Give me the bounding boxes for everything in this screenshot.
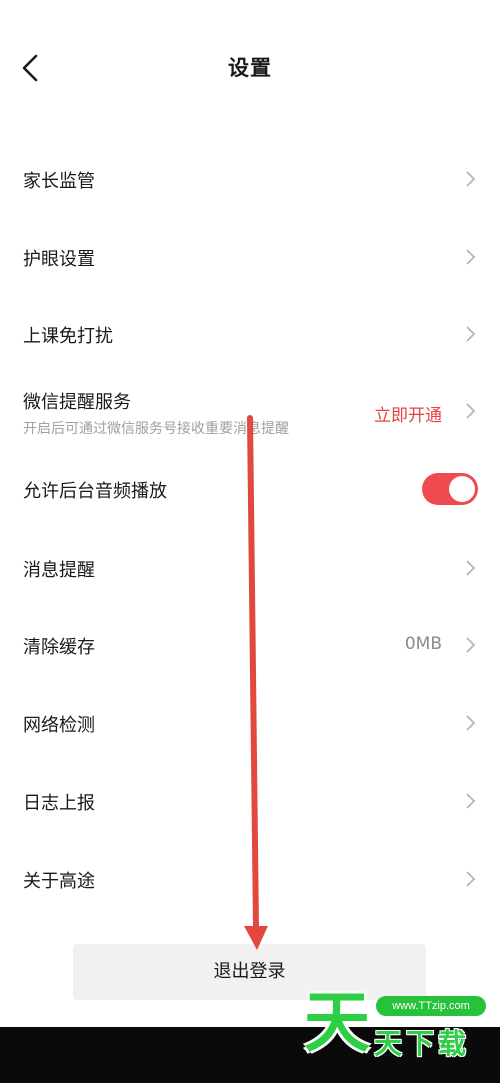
row-label: 清除缓存 (23, 637, 95, 658)
settings-row-class-do-not-disturb[interactable]: 上课免打扰 (0, 313, 500, 355)
activate-now-link[interactable]: 立即开通 (374, 401, 442, 426)
watermark-logo: 天 www.TTzip.com 天下载 (304, 988, 500, 1083)
row-label: 上课免打扰 (23, 326, 113, 347)
row-subtitle: 开启后可通过微信服务号接收重要消息提醒 (23, 421, 289, 437)
row-label: 允许后台音频播放 (23, 481, 167, 502)
chevron-right-icon (466, 715, 476, 731)
page-title: 设置 (228, 56, 272, 80)
watermark-big-char: 天 (304, 984, 370, 1061)
row-label: 网络检测 (23, 715, 95, 736)
settings-row-clear-cache[interactable]: 清除缓存 0MB (0, 624, 500, 666)
chevron-right-icon (466, 171, 476, 187)
row-label: 微信提醒服务 (23, 392, 131, 413)
row-label: 日志上报 (23, 793, 95, 814)
header: 设置 (0, 0, 500, 136)
watermark-text: 天下载 (374, 1027, 471, 1060)
row-label: 消息提醒 (23, 560, 95, 581)
settings-row-parental-control[interactable]: 家长监管 (0, 158, 500, 200)
chevron-right-icon (466, 326, 476, 342)
row-label: 关于高途 (23, 871, 95, 892)
chevron-right-icon (466, 871, 476, 887)
chevron-right-icon (466, 403, 476, 419)
settings-row-message-notifications[interactable]: 消息提醒 (0, 547, 500, 589)
settings-row-eye-care[interactable]: 护眼设置 (0, 236, 500, 278)
toggle-knob (449, 476, 475, 502)
chevron-right-icon (466, 560, 476, 576)
settings-row-background-audio: 允许后台音频播放 (0, 468, 500, 510)
settings-row-network-check[interactable]: 网络检测 (0, 702, 500, 744)
row-label: 家长监管 (23, 171, 95, 192)
background-audio-toggle[interactable] (422, 473, 478, 505)
row-label: 护眼设置 (23, 249, 95, 270)
chevron-right-icon (466, 249, 476, 265)
watermark-url: www.TTzip.com (376, 996, 486, 1016)
cache-size-value: 0MB (404, 634, 442, 654)
settings-row-log-report[interactable]: 日志上报 (0, 780, 500, 822)
settings-row-about[interactable]: 关于高途 (0, 858, 500, 900)
chevron-right-icon (466, 637, 476, 653)
chevron-right-icon (466, 793, 476, 809)
settings-row-wechat-reminder[interactable]: 微信提醒服务 开启后可通过微信服务号接收重要消息提醒 立即开通 (0, 380, 500, 442)
